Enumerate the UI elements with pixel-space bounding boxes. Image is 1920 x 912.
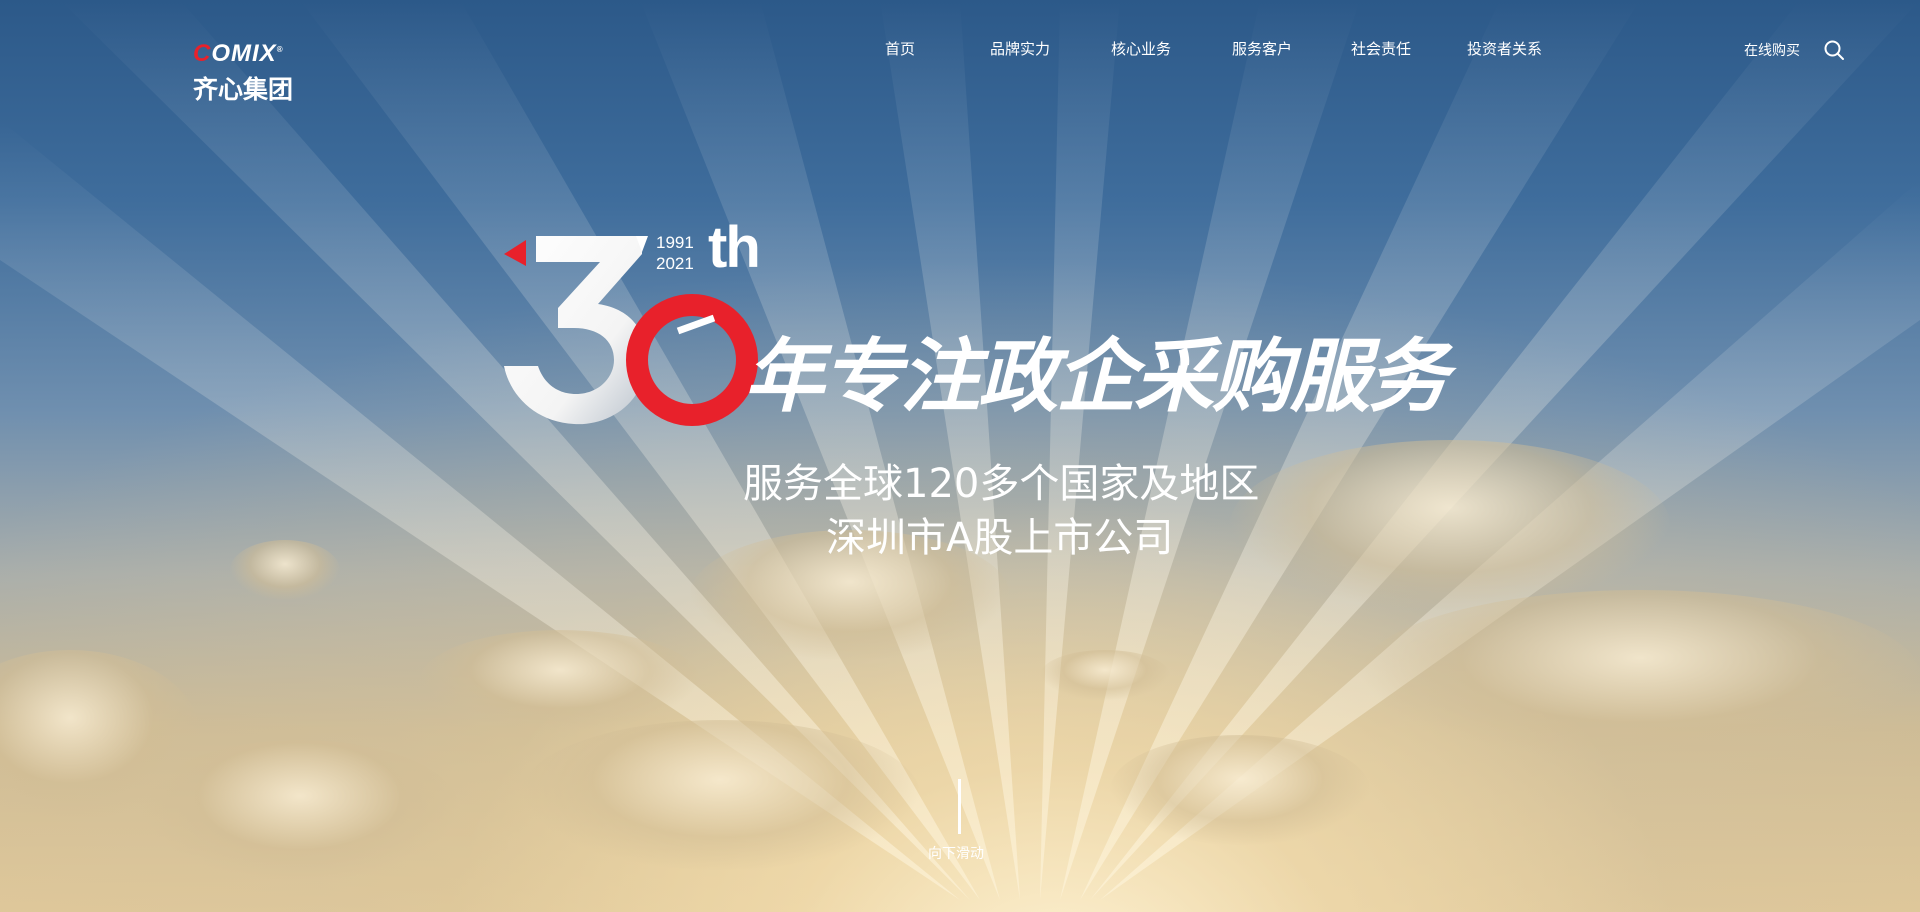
nav-item-investor-relations[interactable]: 投资者关系	[1467, 38, 1542, 59]
cloud	[1110, 735, 1370, 845]
nav-item-customer-service[interactable]: 服务客户	[1232, 38, 1292, 59]
nav-item-brand-strength[interactable]: 品牌实力	[990, 38, 1050, 59]
cloud	[230, 540, 340, 600]
cloud	[140, 740, 460, 880]
nav-item-core-business[interactable]: 核心业务	[1111, 38, 1171, 59]
cloud	[520, 720, 920, 870]
cloud	[1360, 590, 1920, 760]
hero-headline: 年专注政企采购服务	[744, 330, 1448, 423]
cloud	[1040, 650, 1170, 700]
cloud	[420, 630, 700, 730]
online-buy-link[interactable]: 在线购买	[1744, 40, 1800, 60]
brand-logo[interactable]: COMIX® 齐心集团	[193, 40, 323, 104]
cloud	[0, 650, 200, 820]
search-icon[interactable]	[1823, 39, 1845, 61]
scroll-down-label[interactable]: 向下滑动	[928, 843, 984, 863]
sun-rays	[0, 0, 1920, 900]
brand-logo-cn: 齐心集团	[193, 75, 294, 104]
year-range: 1991 2021	[656, 232, 694, 274]
hero-banner: COMIX® 齐心集团 首页 品牌实力 核心业务 服务客户 社会责任 投资者关系…	[0, 0, 1920, 912]
nav-item-social-responsibility[interactable]: 社会责任	[1351, 38, 1411, 59]
ordinal-suffix: th	[708, 215, 761, 280]
nav-item-home[interactable]: 首页	[885, 38, 915, 59]
hero-subline-listed: 深圳市A股上市公司	[826, 515, 1174, 561]
year-end: 2021	[656, 254, 694, 273]
year-start: 1991	[656, 233, 694, 252]
scroll-indicator-line	[958, 779, 961, 834]
brand-logo-en: COMIX®	[193, 40, 284, 67]
cloud	[1230, 440, 1670, 610]
hero-subline-global: 服务全球120多个国家及地区	[743, 461, 1260, 507]
